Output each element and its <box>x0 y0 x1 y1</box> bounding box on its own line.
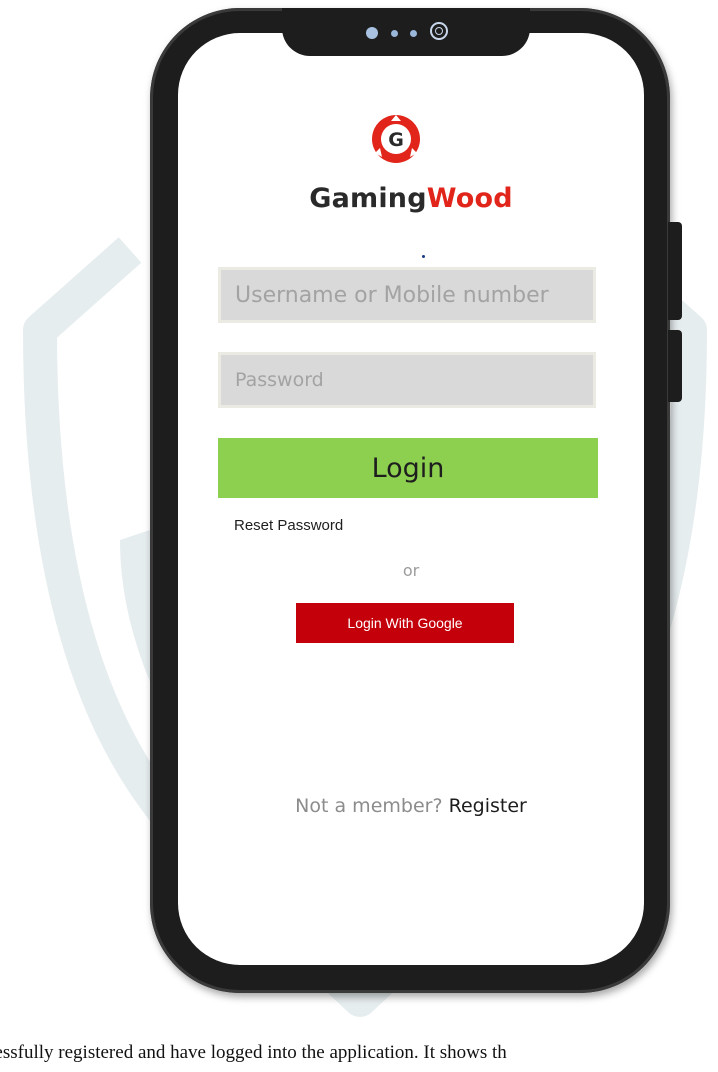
register-prompt: Not a member? Register <box>178 795 644 817</box>
brand-part-wood: Wood <box>426 183 513 214</box>
sensor-dot-icon <box>391 30 398 37</box>
phone-notch <box>282 8 530 56</box>
password-input[interactable]: Password <box>218 352 596 408</box>
password-placeholder: Password <box>235 369 324 391</box>
app-brand-title: GamingWood <box>178 183 644 214</box>
register-link[interactable]: Register <box>449 795 527 817</box>
sensor-dot-icon <box>410 30 417 37</box>
decorative-dot <box>422 255 425 258</box>
not-a-member-text: Not a member? <box>295 795 443 817</box>
brand-part-gaming: Gaming <box>309 183 427 214</box>
login-screen: G GamingWood Username or Mobile number P… <box>178 33 644 965</box>
username-placeholder: Username or Mobile number <box>235 282 549 308</box>
figure-caption: cessfully registered and have logged int… <box>0 1042 507 1063</box>
login-button[interactable]: Login <box>218 438 598 498</box>
username-input[interactable]: Username or Mobile number <box>218 267 596 323</box>
page: G GamingWood Username or Mobile number P… <box>0 0 718 1072</box>
gamingwood-logo-icon: G <box>372 115 420 163</box>
or-divider-text: or <box>402 561 420 580</box>
camera-icon <box>430 22 448 40</box>
reset-password-link[interactable]: Reset Password <box>234 517 343 534</box>
login-with-google-button[interactable]: Login With Google <box>296 603 514 643</box>
sensor-dot-icon <box>366 27 378 39</box>
logo-letter: G <box>388 129 404 151</box>
phone-power-button <box>668 330 682 402</box>
phone-volume-button <box>668 222 682 320</box>
